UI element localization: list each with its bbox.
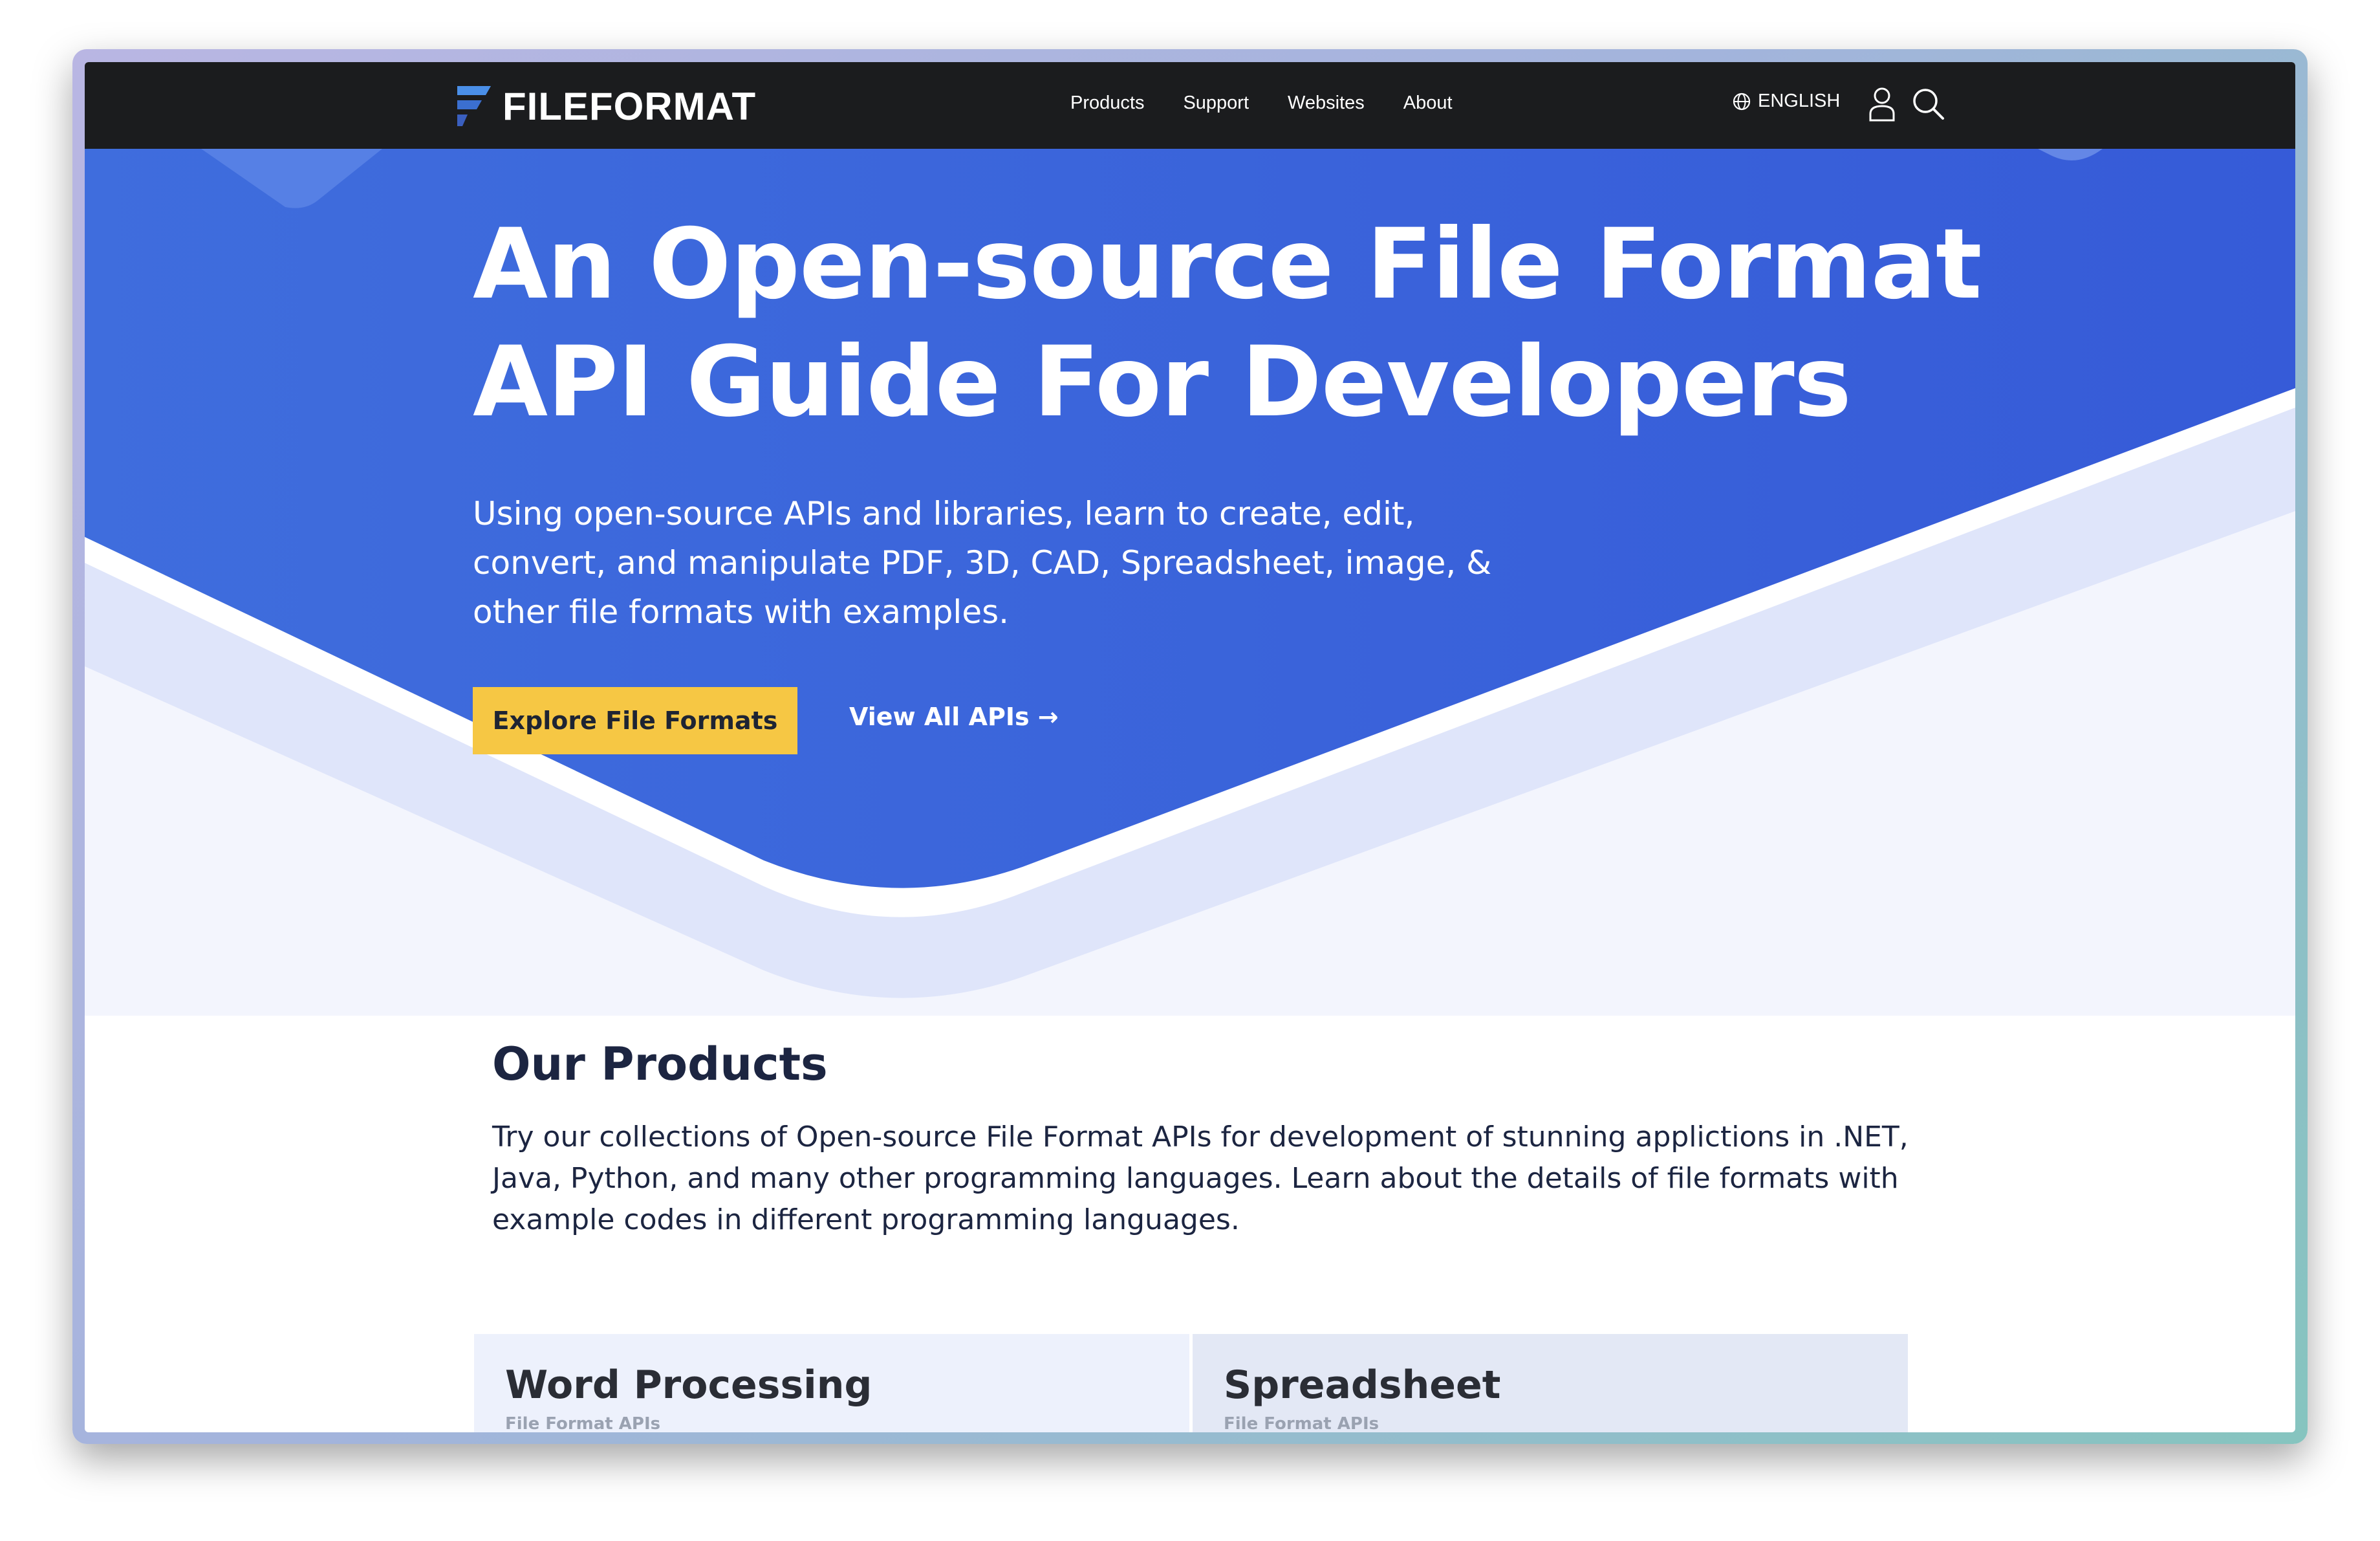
language-selector[interactable]: ENGLISH	[1732, 91, 1840, 112]
search-icon[interactable]	[1910, 85, 1946, 122]
view-all-apis-link[interactable]: View All APIs →	[849, 703, 1059, 731]
card-title: Spreadsheet	[1224, 1362, 1501, 1408]
nav-link-websites[interactable]: Websites	[1288, 93, 1365, 114]
card-subtitle: File Format APIs	[505, 1414, 661, 1432]
browser-viewport: FILEFORMAT Products Support Websites Abo…	[85, 62, 2295, 1432]
products-description: Try our collections of Open-source File …	[492, 1120, 1909, 1236]
fileformat-logo-icon	[457, 86, 491, 126]
hero-subtitle: Using open-source APIs and libraries, le…	[473, 495, 1492, 631]
nav-link-products[interactable]: Products	[1070, 93, 1144, 114]
card-subtitle: File Format APIs	[1224, 1414, 1379, 1432]
product-card-spreadsheet[interactable]: Spreadsheet File Format APIs	[1193, 1334, 1908, 1432]
nav-link-support[interactable]: Support	[1183, 93, 1249, 114]
main-nav: Products Support Websites About	[1070, 93, 1491, 114]
site-logo[interactable]: FILEFORMAT	[453, 80, 756, 132]
user-icon[interactable]	[1867, 85, 1897, 122]
product-card-word-processing[interactable]: Word Processing File Format APIs	[474, 1334, 1189, 1432]
nav-link-about[interactable]: About	[1403, 93, 1453, 114]
explore-file-formats-button[interactable]: Explore File Formats	[473, 687, 797, 754]
globe-icon	[1733, 93, 1751, 110]
products-heading: Our Products	[492, 1038, 828, 1091]
hero-title: An Open-source File Format API Guide For…	[473, 208, 1982, 439]
card-title: Word Processing	[505, 1362, 872, 1408]
logo-text: FILEFORMAT	[503, 84, 757, 128]
language-label: ENGLISH	[1758, 91, 1841, 111]
top-navbar: FILEFORMAT Products Support Websites Abo…	[85, 62, 2295, 149]
